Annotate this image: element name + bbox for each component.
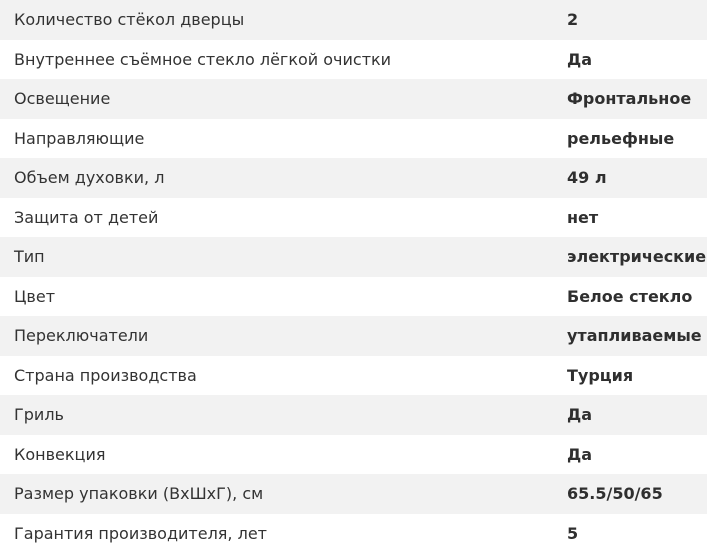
spec-row-oven-volume: Объем духовки, л 49 л [0,158,707,198]
spec-label: Гарантия производителя, лет [14,523,267,543]
spec-label: Переключатели [14,326,149,346]
spec-row-type: Тип электрические [0,237,707,277]
spec-label: Освещение [14,89,111,109]
spec-label: Страна производства [14,365,197,385]
spec-label: Гриль [14,405,64,425]
spec-label: Тип [14,247,45,267]
spec-row-color: Цвет Белое стекло [0,277,707,317]
spec-value: электрические [567,247,707,267]
spec-label: Количество стёкол дверцы [14,10,245,30]
spec-label: Направляющие [14,128,145,148]
spec-value: рельефные [567,128,675,148]
spec-row-grill: Гриль Да [0,395,707,435]
spec-label: Внутреннее съёмное стекло лёгкой очистки [14,49,392,69]
spec-row-package-size: Размер упаковки (ВхШхГ), см 65.5/50/65 [0,474,707,514]
spec-value: Фронтальное [567,89,692,109]
spec-value: 2 [567,10,579,30]
spec-row-switches: Переключатели утапливаемые [0,316,707,356]
spec-value: утапливаемые [567,326,702,346]
spec-value: Да [567,444,593,464]
spec-row-child-lock: Защита от детей нет [0,198,707,238]
spec-label: Объем духовки, л [14,168,165,188]
spec-value: 65.5/50/65 [567,484,663,504]
spec-row-country: Страна производства Турция [0,356,707,396]
spec-value: 49 л [567,168,607,188]
spec-value: 5 [567,523,579,543]
spec-label: Размер упаковки (ВхШхГ), см [14,484,264,504]
spec-label: Цвет [14,286,56,306]
spec-value: Да [567,405,593,425]
spec-row-convection: Конвекция Да [0,435,707,475]
spec-row-guides: Направляющие рельефные [0,119,707,159]
spec-value: Белое стекло [567,286,693,306]
spec-row-warranty: Гарантия производителя, лет 5 [0,514,707,553]
spec-table: Количество стёкол дверцы 2 Внутреннее съ… [0,0,707,553]
spec-value: Турция [567,365,634,385]
spec-label: Защита от детей [14,207,159,227]
spec-row-glass-count: Количество стёкол дверцы 2 [0,0,707,40]
spec-row-lighting: Освещение Фронтальное [0,79,707,119]
spec-row-removable-glass: Внутреннее съёмное стекло лёгкой очистки… [0,40,707,80]
spec-label: Конвекция [14,444,106,464]
spec-value: нет [567,207,599,227]
spec-value: Да [567,49,593,69]
